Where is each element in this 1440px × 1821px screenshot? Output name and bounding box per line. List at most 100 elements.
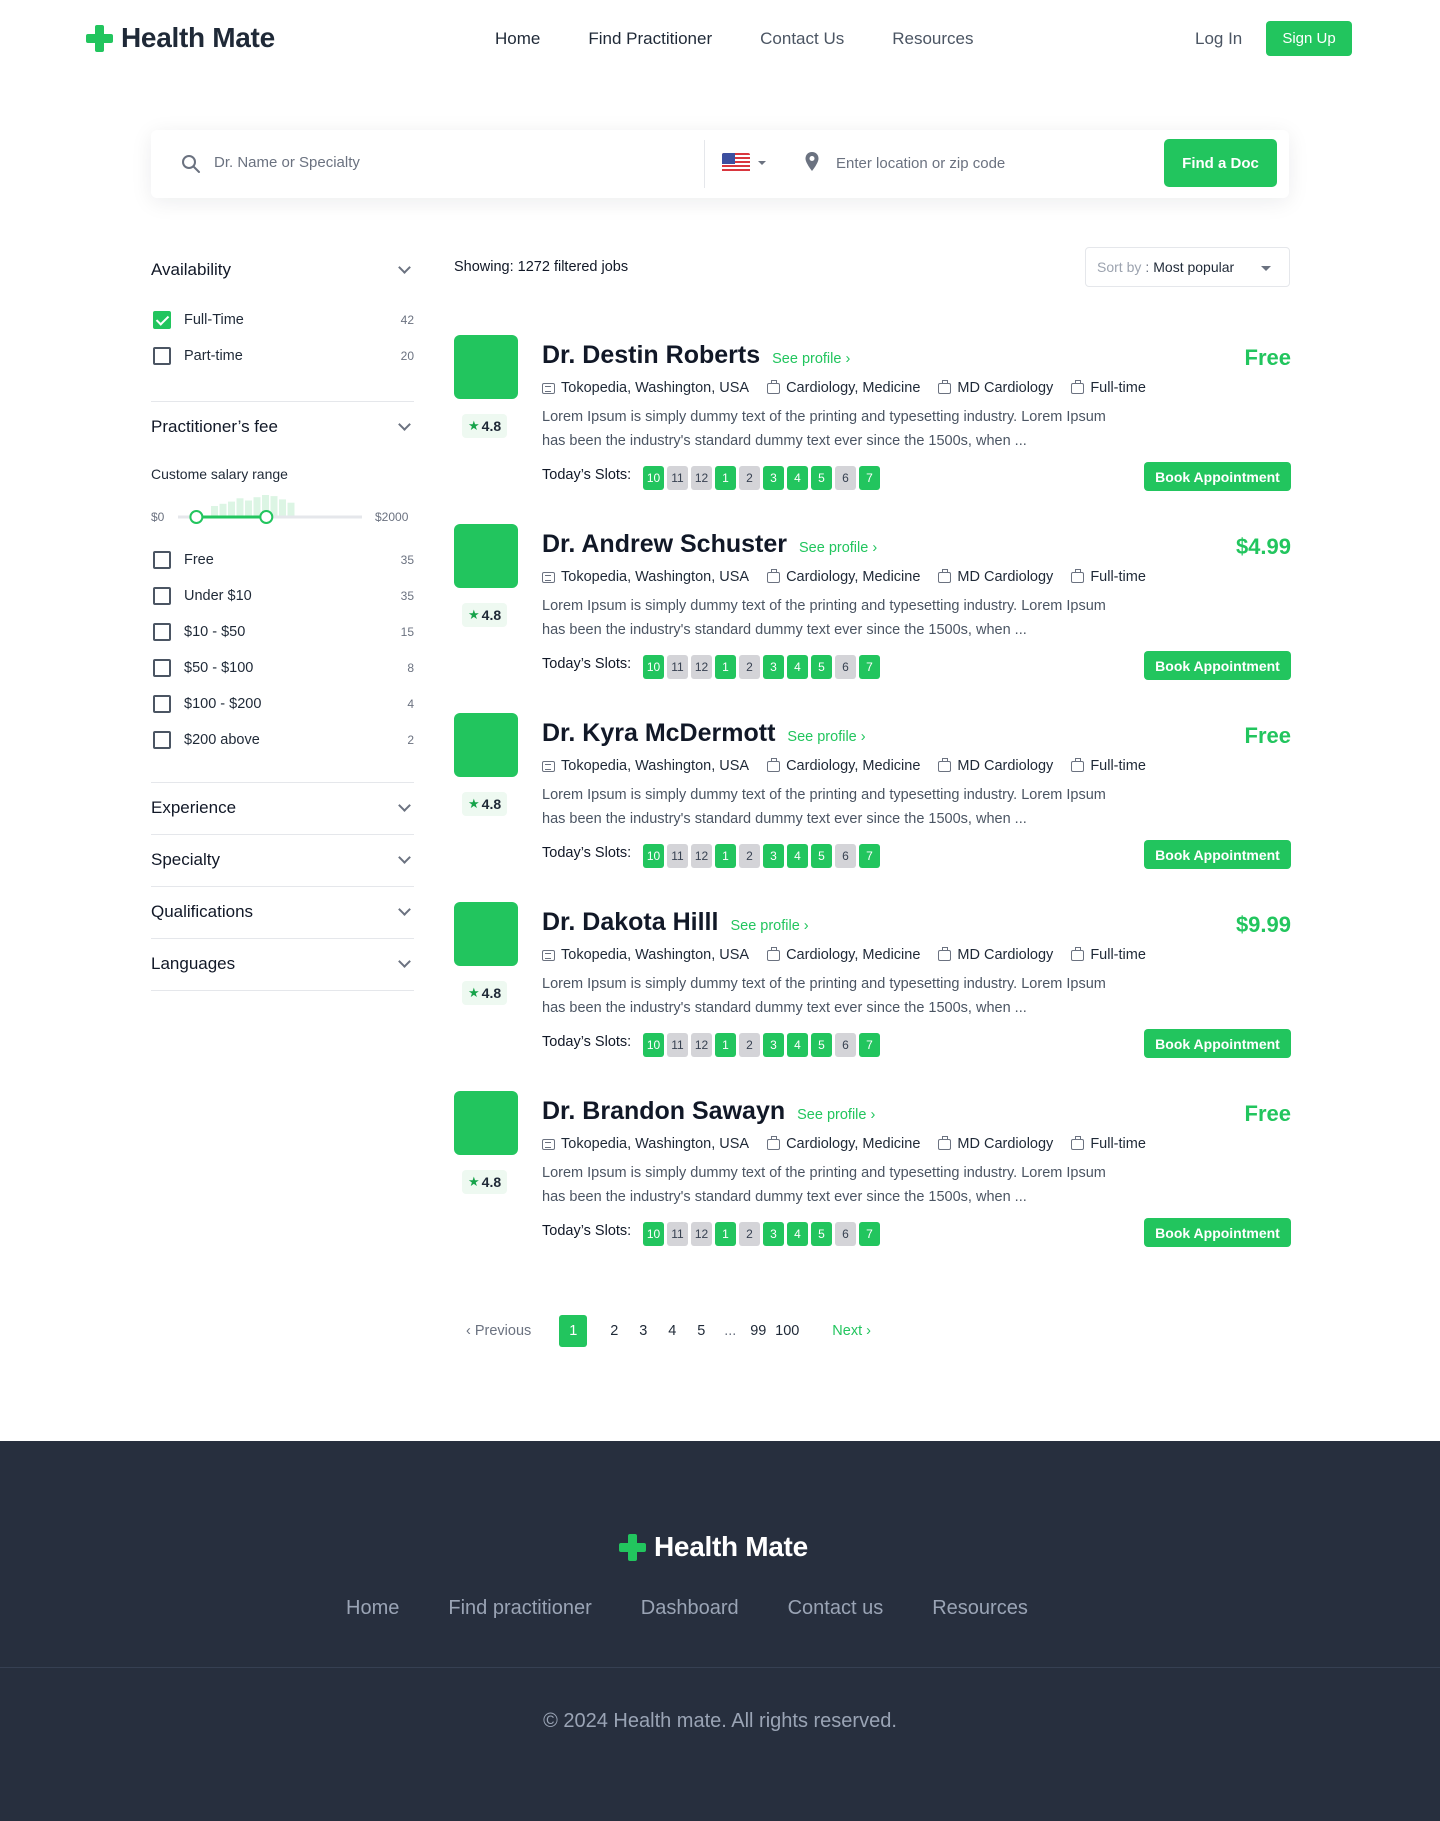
time-slot[interactable]: 5 (811, 466, 832, 490)
availability-option-full-time[interactable]: Full-Time 42 (153, 311, 414, 329)
footer-nav-find-practitioner[interactable]: Find practitioner (448, 1597, 591, 1620)
doctor-name[interactable]: Dr. Destin Roberts (542, 341, 760, 370)
fee-option[interactable]: Free 35 (153, 551, 414, 569)
signup-button[interactable]: Sign Up (1266, 21, 1352, 56)
checkbox[interactable] (153, 695, 171, 713)
time-slot[interactable]: 5 (811, 655, 832, 679)
book-appointment-button[interactable]: Book Appointment (1144, 1029, 1291, 1058)
footer-nav-contact-us[interactable]: Contact us (788, 1597, 884, 1620)
page-button[interactable]: 99 (744, 1315, 772, 1347)
pagination-next[interactable]: Next › (832, 1323, 871, 1339)
see-profile-link[interactable]: See profile › (730, 918, 808, 934)
filter-fee-header[interactable]: Practitioner’s fee (151, 417, 414, 437)
time-slot[interactable]: 1 (715, 466, 736, 490)
checkbox-checked[interactable] (153, 311, 171, 329)
time-slot[interactable]: 4 (787, 655, 808, 679)
time-slot[interactable]: 5 (811, 1222, 832, 1246)
time-slot[interactable]: 3 (763, 466, 784, 490)
time-slot[interactable]: 7 (859, 1222, 880, 1246)
time-slot[interactable]: 4 (787, 1222, 808, 1246)
time-slot[interactable]: 5 (811, 844, 832, 868)
doctor-avatar[interactable] (454, 902, 518, 966)
checkbox[interactable] (153, 659, 171, 677)
pagination-previous[interactable]: ‹ Previous (466, 1323, 531, 1339)
time-slot[interactable]: 4 (787, 1033, 808, 1057)
time-slot[interactable]: 3 (763, 1033, 784, 1057)
footer-nav-home[interactable]: Home (346, 1597, 399, 1620)
fee-option[interactable]: $200 above 2 (153, 731, 414, 749)
us-flag-icon[interactable] (722, 153, 750, 173)
time-slot[interactable]: 10 (643, 1033, 664, 1057)
location-input[interactable]: Enter location or zip code (836, 155, 1005, 172)
doctor-avatar[interactable] (454, 524, 518, 588)
book-appointment-button[interactable]: Book Appointment (1144, 462, 1291, 491)
doctor-avatar[interactable] (454, 1091, 518, 1155)
doctor-name[interactable]: Dr. Kyra McDermott (542, 719, 775, 748)
time-slot[interactable]: 5 (811, 1033, 832, 1057)
time-slot[interactable]: 3 (763, 844, 784, 868)
time-slot[interactable]: 7 (859, 655, 880, 679)
fee-option[interactable]: $50 - $100 8 (153, 659, 414, 677)
nav-contact-us[interactable]: Contact Us (760, 29, 844, 49)
time-slot[interactable]: 1 (715, 1033, 736, 1057)
footer-logo[interactable]: Health Mate (619, 1531, 808, 1563)
time-slot[interactable]: 4 (787, 466, 808, 490)
doctor-avatar[interactable] (454, 713, 518, 777)
find-doc-button[interactable]: Find a Doc (1164, 139, 1277, 187)
nav-resources[interactable]: Resources (892, 29, 973, 49)
doctor-name[interactable]: Dr. Brandon Sawayn (542, 1097, 785, 1126)
login-link[interactable]: Log In (1195, 29, 1242, 49)
time-slot[interactable]: 1 (715, 844, 736, 868)
page-button[interactable]: 4 (658, 1315, 686, 1347)
time-slot[interactable]: 1 (715, 655, 736, 679)
book-appointment-button[interactable]: Book Appointment (1144, 840, 1291, 869)
checkbox[interactable] (153, 731, 171, 749)
checkbox[interactable] (153, 623, 171, 641)
fee-option[interactable]: $10 - $50 15 (153, 623, 414, 641)
time-slot[interactable]: 10 (643, 1222, 664, 1246)
checkbox[interactable] (153, 347, 171, 365)
fee-option[interactable]: Under $10 35 (153, 587, 414, 605)
page-button-current[interactable]: 1 (559, 1315, 588, 1347)
checkbox[interactable] (153, 551, 171, 569)
time-slot[interactable]: 7 (859, 466, 880, 490)
page-button[interactable]: 5 (687, 1315, 715, 1347)
time-slot[interactable]: 7 (859, 1033, 880, 1057)
book-appointment-button[interactable]: Book Appointment (1144, 651, 1291, 680)
time-slot[interactable]: 10 (643, 844, 664, 868)
see-profile-link[interactable]: See profile › (772, 351, 850, 367)
see-profile-link[interactable]: See profile › (799, 540, 877, 556)
book-appointment-button[interactable]: Book Appointment (1144, 1218, 1291, 1247)
time-slot[interactable]: 10 (643, 655, 664, 679)
time-slot[interactable]: 3 (763, 655, 784, 679)
nav-find-practitioner[interactable]: Find Practitioner (588, 29, 712, 49)
filter-availability-header[interactable]: Availability (151, 260, 414, 280)
filter-qualifications-header[interactable]: Qualifications (151, 902, 414, 922)
footer-nav-resources[interactable]: Resources (932, 1597, 1028, 1620)
nav-home[interactable]: Home (495, 29, 540, 49)
availability-option-part-time[interactable]: Part-time 20 (153, 347, 414, 365)
slider-handle-min[interactable] (189, 510, 204, 524)
time-slot[interactable]: 7 (859, 844, 880, 868)
sort-dropdown[interactable]: Sort by : Most popular (1085, 247, 1290, 287)
doctor-search-input[interactable]: Dr. Name or Specialty (214, 154, 360, 171)
checkbox[interactable] (153, 587, 171, 605)
page-button[interactable]: 3 (629, 1315, 657, 1347)
logo[interactable]: Health Mate (86, 22, 275, 54)
time-slot[interactable]: 1 (715, 1222, 736, 1246)
doctor-name[interactable]: Dr. Dakota Hilll (542, 908, 718, 937)
fee-range-slider[interactable]: $0 $2000 (151, 494, 415, 536)
time-slot[interactable]: 10 (643, 466, 664, 490)
doctor-avatar[interactable] (454, 335, 518, 399)
footer-nav-dashboard[interactable]: Dashboard (641, 1597, 739, 1620)
filter-languages-header[interactable]: Languages (151, 954, 414, 974)
filter-experience-header[interactable]: Experience (151, 798, 414, 818)
time-slot[interactable]: 3 (763, 1222, 784, 1246)
see-profile-link[interactable]: See profile › (797, 1107, 875, 1123)
see-profile-link[interactable]: See profile › (787, 729, 865, 745)
slider-handle-max[interactable] (259, 510, 274, 524)
country-caret-icon[interactable] (758, 161, 766, 165)
fee-option[interactable]: $100 - $200 4 (153, 695, 414, 713)
filter-specialty-header[interactable]: Specialty (151, 850, 414, 870)
page-button[interactable]: 100 (773, 1315, 801, 1347)
